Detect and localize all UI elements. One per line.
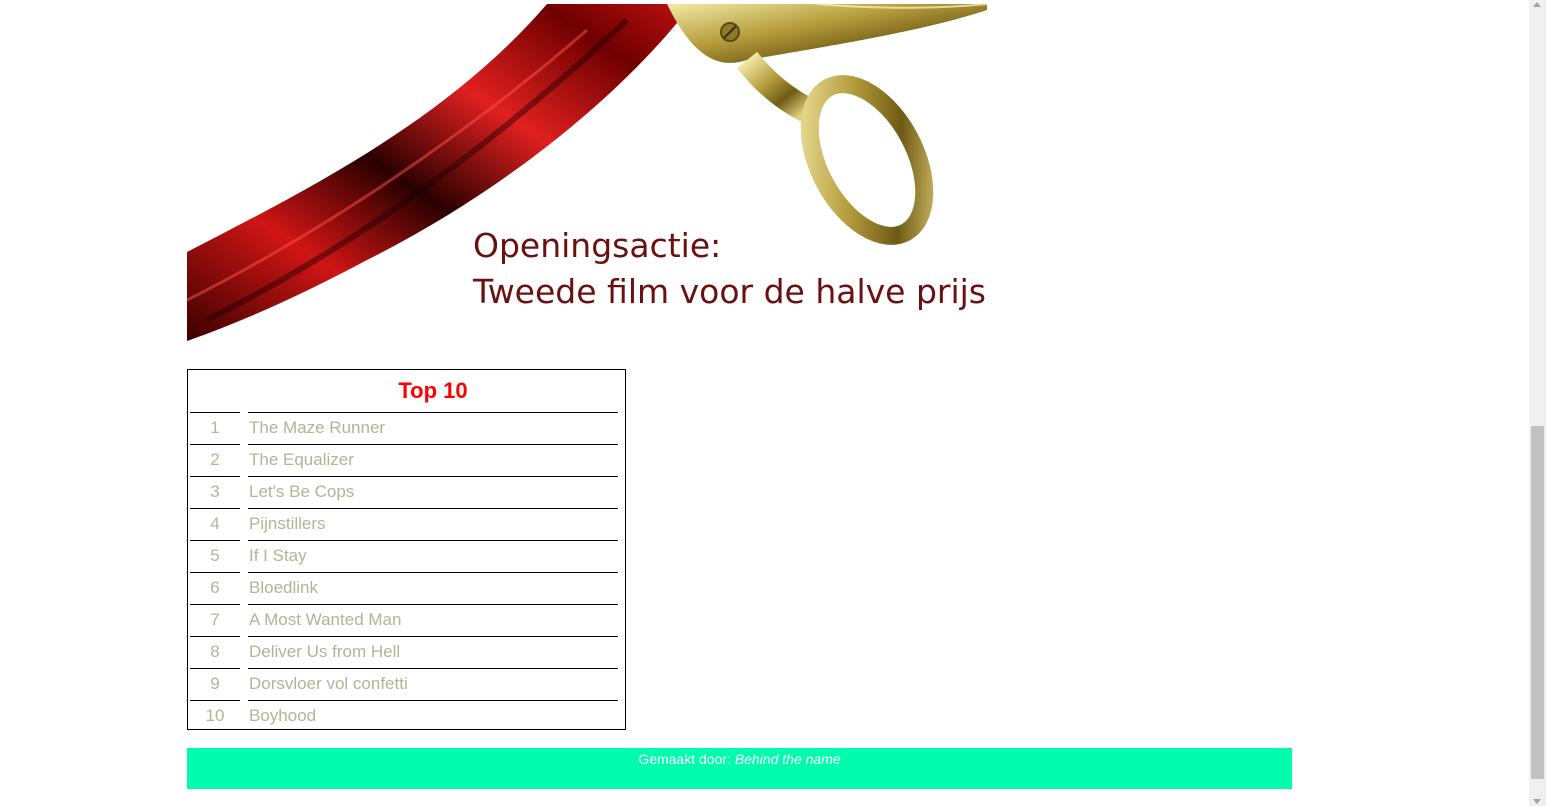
- row-divider: [190, 476, 240, 477]
- scrollbar-thumb[interactable]: [1531, 426, 1544, 779]
- vertical-scrollbar[interactable]: [1529, 0, 1546, 806]
- rank-number: 4: [210, 514, 220, 533]
- list-item: 6 Bloedlink: [188, 572, 627, 604]
- row-divider: [248, 700, 618, 701]
- rank-number: 1: [210, 418, 220, 437]
- row-divider: [248, 476, 618, 477]
- footer: Gemaakt door: Behind the name: [187, 748, 1292, 789]
- footer-prefix: Gemaakt door:: [638, 751, 731, 767]
- row-divider: [190, 508, 240, 509]
- row-divider: [248, 572, 618, 573]
- list-item: 4 Pijnstillers: [188, 508, 627, 540]
- row-divider: [248, 604, 618, 605]
- rank-number: 10: [205, 706, 225, 725]
- row-divider: [248, 508, 618, 509]
- movie-title: Dorsvloer vol confetti: [249, 674, 408, 693]
- rank-number: 6: [210, 578, 220, 597]
- row-divider: [190, 412, 240, 413]
- footer-credit: Behind the name: [734, 751, 841, 767]
- list-item: 5 If I Stay: [188, 540, 627, 572]
- movie-title: The Maze Runner: [249, 418, 386, 437]
- list-item: 1 The Maze Runner: [188, 412, 627, 444]
- list-item: 8 Deliver Us from Hell: [188, 636, 627, 668]
- row-divider: [248, 636, 618, 637]
- rank-number: 3: [210, 482, 220, 501]
- row-divider: [190, 540, 240, 541]
- row-divider: [190, 636, 240, 637]
- rank-number: 8: [210, 642, 220, 661]
- row-divider: [190, 604, 240, 605]
- list-item: 10 Boyhood: [188, 700, 627, 732]
- rank-number: 2: [210, 450, 220, 469]
- movie-title: Deliver Us from Hell: [249, 642, 401, 661]
- top10-table: Top 10 1 The Maze Runner 2 The Equalizer 3 Le…: [187, 369, 626, 730]
- top10-title: Top 10: [398, 378, 468, 403]
- footer-text: Gemaakt door: Behind the name: [187, 748, 1292, 767]
- rank-number: 7: [210, 610, 220, 629]
- scroll-down-arrow-icon[interactable]: [1533, 799, 1541, 804]
- row-divider: [248, 412, 618, 413]
- row-divider: [190, 444, 240, 445]
- movie-title: Let's Be Cops: [249, 482, 355, 501]
- promo-subheading: Tweede film voor de halve prijs!: [473, 272, 987, 311]
- list-item: 2 The Equalizer: [188, 444, 627, 476]
- row-divider: [190, 700, 240, 701]
- list-item: 7 A Most Wanted Man: [188, 604, 627, 636]
- promo-banner: Openingsactie: Tweede film voor de halve…: [187, 0, 987, 341]
- row-divider: [190, 668, 240, 669]
- movie-title: Bloedlink: [249, 578, 318, 597]
- list-item: 9 Dorsvloer vol confetti: [188, 668, 627, 700]
- promo-heading: Openingsactie:: [473, 226, 722, 265]
- rank-number: 9: [210, 674, 220, 693]
- movie-title: Pijnstillers: [249, 514, 326, 533]
- row-divider: [248, 668, 618, 669]
- rank-number: 5: [210, 546, 220, 565]
- scroll-up-arrow-icon[interactable]: [1533, 2, 1541, 7]
- row-divider: [190, 572, 240, 573]
- row-divider: [248, 540, 618, 541]
- list-item: 3 Let's Be Cops: [188, 476, 627, 508]
- row-divider: [248, 444, 618, 445]
- movie-title: If I Stay: [249, 546, 307, 565]
- movie-title: A Most Wanted Man: [249, 610, 402, 629]
- movie-title: The Equalizer: [249, 450, 354, 469]
- movie-title: Boyhood: [249, 706, 317, 725]
